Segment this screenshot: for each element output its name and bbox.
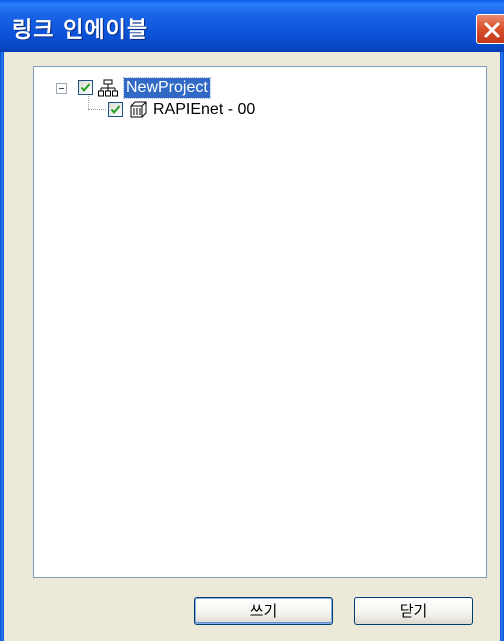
window-border-left [0, 52, 4, 641]
write-button[interactable]: 쓰기 [194, 597, 333, 625]
window-title: 링크 인에이블 [12, 18, 149, 43]
dialog-window: 링크 인에이블 NewProject RAPIEnet - 00 쓰기 닫기 [0, 0, 504, 641]
close-icon [484, 22, 500, 38]
tree-connector [88, 96, 89, 109]
tree-view[interactable]: NewProject RAPIEnet - 00 [33, 66, 487, 578]
tree-connector [88, 109, 106, 110]
checkmark-icon [110, 105, 121, 115]
tree-node-rapienet[interactable]: RAPIEnet - 00 [153, 100, 255, 120]
child-checkbox[interactable] [108, 102, 123, 117]
module-icon [130, 101, 147, 118]
collapse-toggle[interactable] [56, 83, 67, 94]
window-border-right [500, 52, 504, 641]
close-button[interactable]: 닫기 [354, 597, 473, 625]
tree-node-newproject[interactable]: NewProject [123, 77, 211, 99]
title-bar[interactable]: 링크 인에이블 [0, 0, 504, 52]
checkmark-icon [80, 83, 91, 93]
root-checkbox[interactable] [78, 80, 93, 95]
close-window-button[interactable] [476, 14, 504, 44]
network-icon [98, 79, 118, 97]
